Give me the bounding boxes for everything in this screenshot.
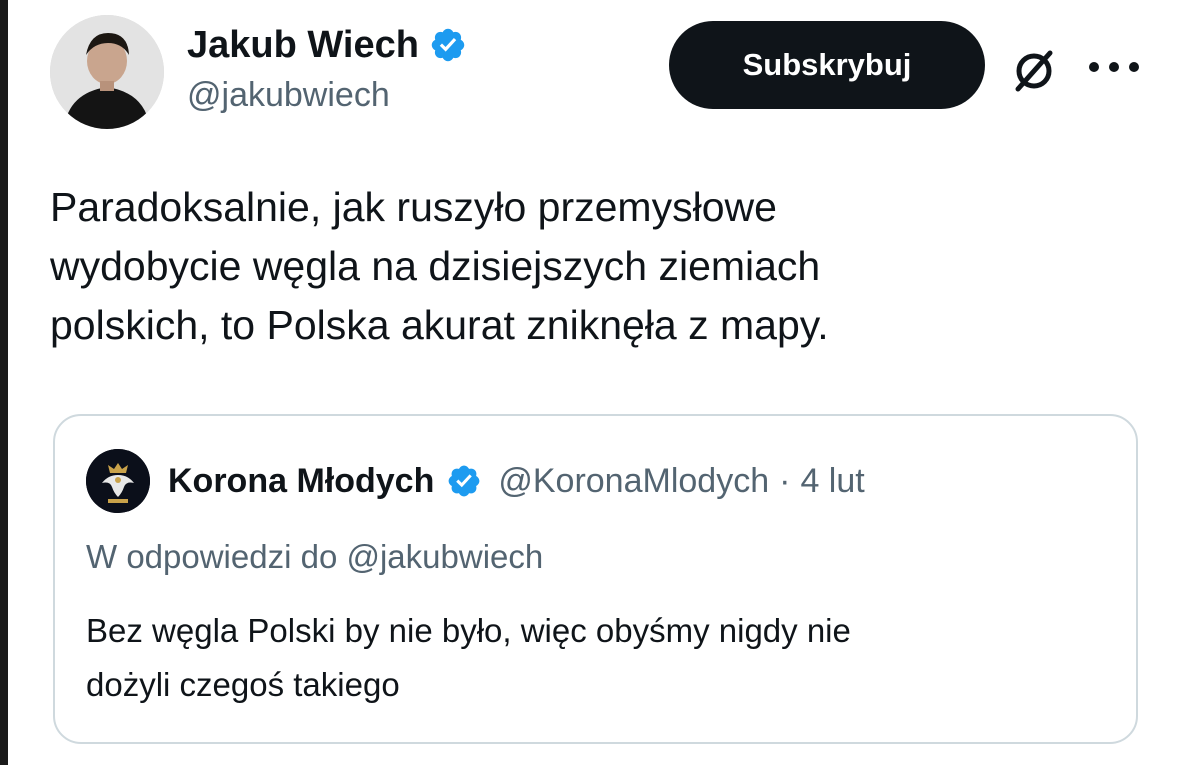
author-names: Jakub Wiech @jakubwiech — [187, 23, 467, 117]
avatar-photo-icon — [50, 15, 164, 129]
quoted-tweet-card[interactable]: Korona Młodych @KoronaMlodych · 4 lut W … — [53, 414, 1138, 744]
tweet-text-line: wydobycie węgla na dzisiejszych ziemiach — [50, 243, 821, 289]
tweet-text-line: Paradoksalnie, jak ruszyło przemysłowe — [50, 184, 777, 230]
author-avatar[interactable] — [50, 15, 164, 129]
left-edge — [0, 0, 8, 765]
author-handle[interactable]: @jakubwiech — [187, 73, 467, 117]
tweet-header: Jakub Wiech @jakubwiech Subskrybuj — [50, 15, 1150, 135]
quoted-author-handle[interactable]: @KoronaMlodych — [498, 460, 769, 502]
verified-badge-icon — [448, 465, 480, 497]
subscribe-button[interactable]: Subskrybuj — [669, 21, 985, 109]
eagle-crown-logo-icon — [86, 449, 150, 513]
tweet-text-line: polskich, to Polska akurat zniknęła z ma… — [50, 302, 829, 348]
grok-icon[interactable] — [1010, 47, 1058, 95]
quoted-author-name[interactable]: Korona Młodych — [168, 460, 434, 502]
quoted-text-line: Bez węgla Polski by nie było, więc obyśm… — [86, 612, 851, 649]
author-name-row: Jakub Wiech — [187, 23, 467, 67]
tweet-text: Paradoksalnie, jak ruszyło przemysłowe w… — [50, 178, 1130, 355]
author-name[interactable]: Jakub Wiech — [187, 23, 419, 67]
quoted-tweet-header: Korona Młodych @KoronaMlodych · 4 lut — [168, 460, 865, 502]
quoted-author-avatar[interactable] — [86, 449, 150, 513]
quoted-tweet-date[interactable]: 4 lut — [800, 460, 864, 502]
reply-context: W odpowiedzi do @jakubwiech — [86, 538, 544, 575]
quoted-text-line: dożyli czegoś takiego — [86, 666, 400, 703]
separator-dot: · — [779, 462, 791, 500]
quoted-tweet-text: Bez węgla Polski by nie było, więc obyśm… — [86, 604, 1096, 712]
more-options-icon[interactable] — [1086, 57, 1142, 77]
verified-badge-icon — [431, 28, 465, 62]
